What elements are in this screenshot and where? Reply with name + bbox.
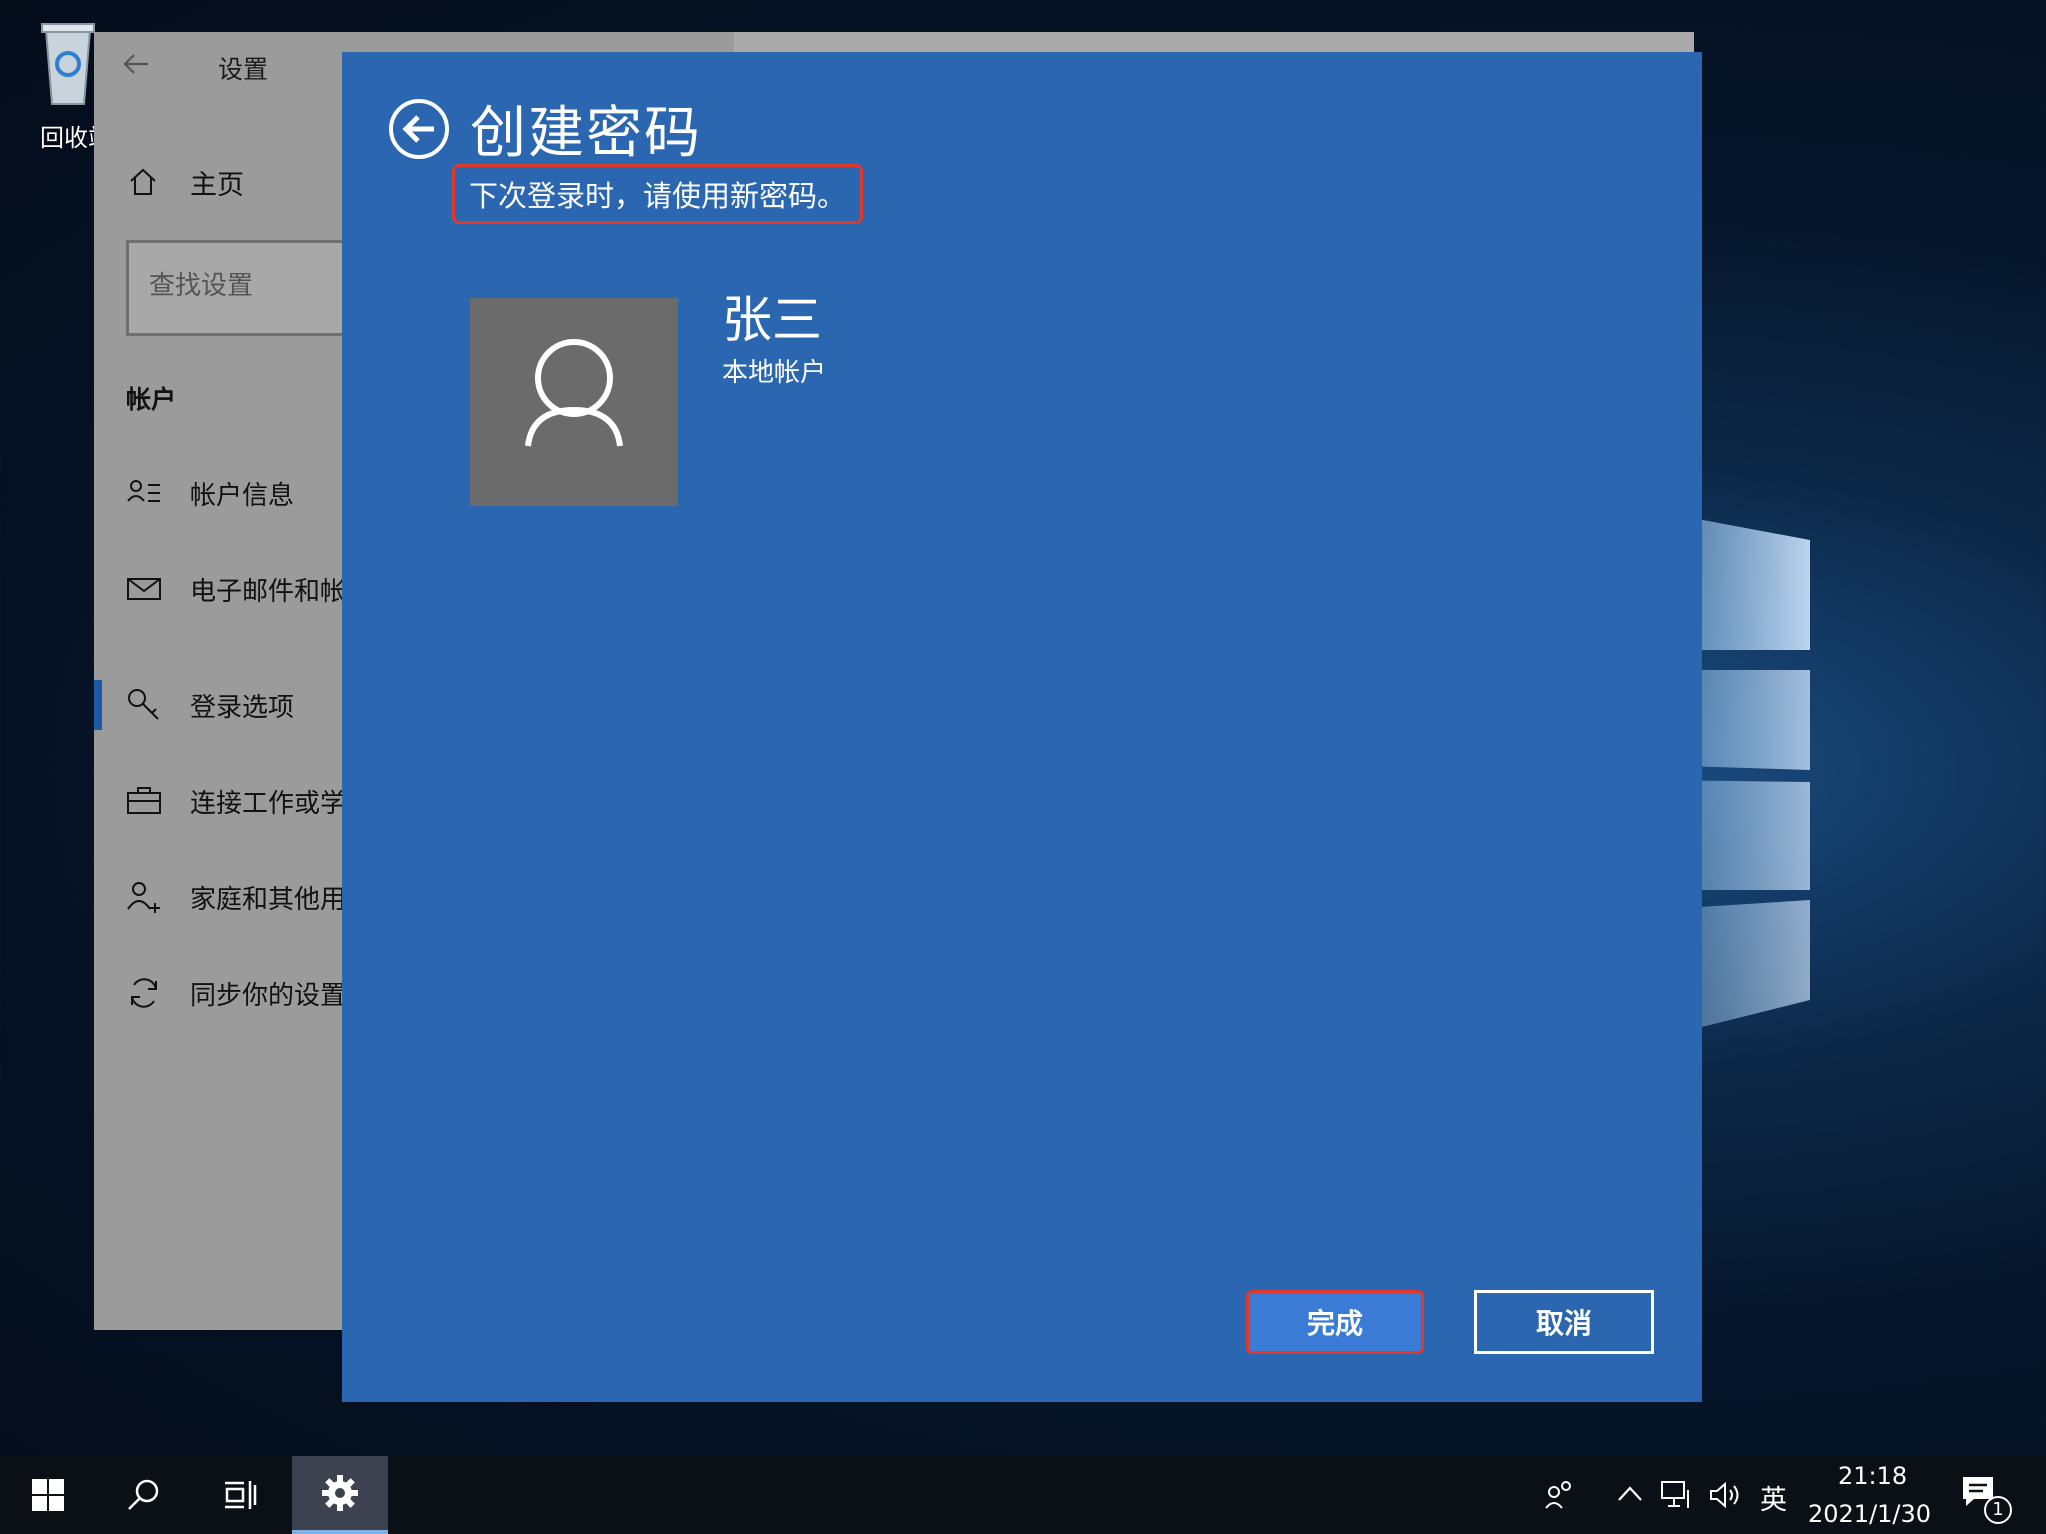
task-view-button[interactable] [192, 1456, 288, 1534]
taskbar [0, 1456, 2046, 1534]
windows-wallpaper-logo [1650, 510, 1810, 1040]
recycle-bin-icon [41, 23, 95, 105]
search-placeholder: 查找设置 [149, 271, 254, 301]
clock-date[interactable]: 2021/1/30 [1808, 1500, 1931, 1528]
cancel-button[interactable]: 取消 [1474, 1290, 1654, 1354]
settings-taskbar-button[interactable] [292, 1456, 388, 1534]
briefcase-icon [127, 787, 161, 814]
user-silhouette-icon [525, 339, 623, 447]
home-nav[interactable]: 主页 [128, 162, 244, 202]
volume-icon[interactable] [1708, 1480, 1744, 1510]
network-icon[interactable] [1660, 1480, 1694, 1510]
dialog-subtitle: 下次登录时，请使用新密码。 [452, 164, 864, 224]
sidebar-item-email[interactable]: 电子邮件和帐户 [126, 566, 372, 612]
search-icon [128, 1479, 159, 1510]
windows-start-icon [32, 1479, 64, 1511]
sidebar-item-label: 同步你的设置 [190, 980, 347, 1011]
chevron-up-icon[interactable] [1616, 1484, 1644, 1504]
done-button[interactable]: 完成 [1246, 1290, 1424, 1354]
user-name: 张三 [722, 291, 822, 349]
home-label: 主页 [190, 169, 244, 201]
notification-badge: 1 [1984, 1496, 2012, 1524]
sync-icon [131, 978, 157, 1008]
clock-time[interactable]: 21:18 [1838, 1462, 1907, 1490]
sidebar-item-sync[interactable]: 同步你的设置 [126, 970, 346, 1016]
home-icon [130, 168, 156, 195]
settings-title: 设置 [218, 55, 269, 84]
search-button[interactable] [96, 1456, 192, 1534]
ime-indicator[interactable]: 英 [1760, 1478, 1787, 1517]
sidebar-item-account-info[interactable]: 帐户信息 [126, 470, 294, 516]
back-circle-arrow-icon[interactable] [388, 98, 450, 160]
mail-icon [127, 578, 161, 600]
sidebar-item-label: 帐户信息 [190, 480, 295, 511]
task-view-icon [225, 1481, 257, 1509]
selected-indicator [94, 680, 102, 730]
add-person-icon [127, 882, 160, 913]
section-title: 帐户 [126, 385, 177, 414]
people-icon[interactable] [1544, 1478, 1576, 1510]
gear-icon [322, 1475, 358, 1511]
account-type: 本地帐户 [722, 358, 827, 388]
dialog-title: 创建密码 [470, 101, 702, 166]
start-button[interactable] [0, 1456, 96, 1534]
sidebar-item-signin-options[interactable]: 登录选项 [126, 682, 294, 728]
create-password-dialog: 创建密码 下次登录时，请使用新密码。 张三 本地帐户 完成 取消 [342, 52, 1702, 1402]
account-info-icon [127, 480, 160, 502]
sidebar-item-family[interactable]: 家庭和其他用户 [126, 874, 372, 920]
sidebar-item-label: 登录选项 [190, 692, 295, 723]
back-arrow-icon[interactable] [122, 50, 150, 78]
avatar [470, 298, 678, 506]
key-icon [128, 689, 159, 720]
